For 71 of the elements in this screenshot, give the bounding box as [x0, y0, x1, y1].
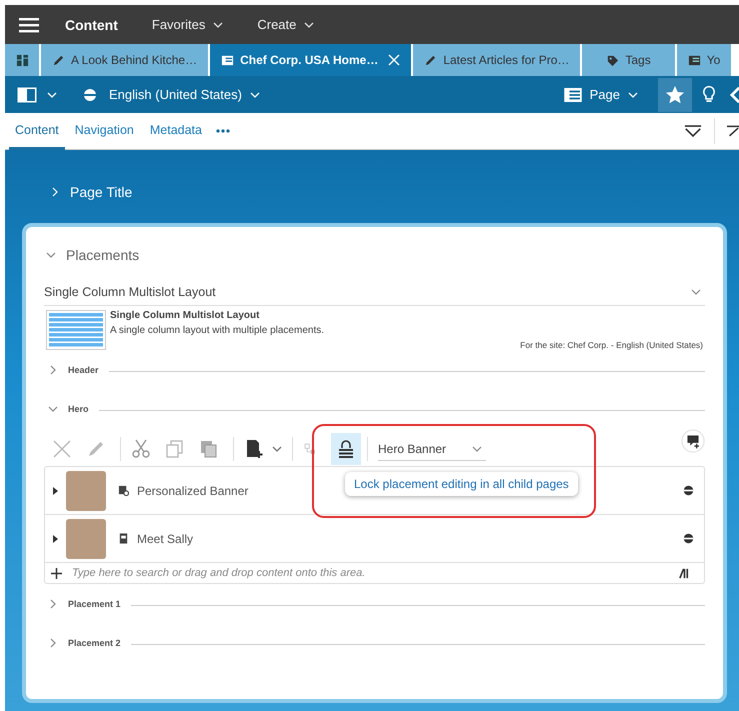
- section-tab[interactable]: Navigation: [68, 112, 140, 150]
- caret-icon: [250, 92, 260, 98]
- library-icon[interactable]: [679, 568, 690, 578]
- search-field[interactable]: Type here to search or drag and drop content onto this area.: [70, 566, 679, 580]
- placement-title: Placement 2: [68, 638, 121, 648]
- hierarchy-icon[interactable]: [303, 442, 317, 456]
- photo-placeholder: [66, 518, 106, 558]
- item-title: Personalized Banner: [137, 484, 248, 498]
- comment-add-icon[interactable]: [681, 429, 705, 453]
- more-icon[interactable]: [216, 129, 230, 133]
- layout-name: Single Column Multislot Layout: [110, 310, 260, 321]
- scroll-top-icon[interactable]: [727, 124, 739, 138]
- document-icon: [118, 533, 129, 544]
- favorite-button[interactable]: [658, 78, 692, 112]
- photo-placeholder: [66, 470, 106, 510]
- caret-icon[interactable]: [272, 446, 282, 452]
- layout-description: A single column layout with multiple placements.: [110, 325, 325, 336]
- layout-dropdown[interactable]: Single Column Multislot Layout: [44, 279, 705, 306]
- split-view-icon[interactable]: [17, 86, 37, 102]
- dashboard-icon: [16, 54, 28, 66]
- menu-dropdown[interactable]: Favorites: [152, 17, 224, 32]
- globe-icon: [683, 485, 694, 496]
- section-title: Page Title: [70, 184, 132, 200]
- document-tab[interactable]: [5, 44, 39, 76]
- globe-icon: [83, 88, 97, 102]
- page-layout-icon: [564, 88, 582, 102]
- lock-icon: [338, 440, 354, 458]
- caret-icon: [213, 22, 224, 28]
- paste-icon[interactable]: [199, 439, 219, 459]
- add-document-icon[interactable]: [244, 439, 264, 459]
- close-icon[interactable]: [388, 54, 400, 66]
- page-layout-icon: [688, 54, 701, 66]
- menu-dropdown[interactable]: Create: [257, 17, 314, 32]
- page-layout-icon: [221, 54, 234, 66]
- pencil-icon: [424, 54, 438, 66]
- collapse-all-icon[interactable]: [684, 124, 702, 138]
- globe-icon: [683, 533, 694, 544]
- content-item[interactable]: Meet Sally: [45, 515, 704, 563]
- lightbulb-icon[interactable]: [702, 85, 716, 104]
- layout-thumbnail-icon: [46, 310, 106, 350]
- document-tab[interactable]: Yo: [676, 44, 732, 76]
- placement-title: Header: [68, 364, 99, 374]
- lock-button[interactable]: [331, 433, 361, 465]
- language-dropdown[interactable]: English (United States): [109, 87, 260, 102]
- section-title: Placements: [66, 247, 140, 263]
- plus-icon[interactable]: [51, 568, 62, 578]
- scissors-icon[interactable]: [131, 439, 151, 459]
- expand-icon[interactable]: [53, 486, 58, 494]
- view-dropdown[interactable]: Hero Banner: [378, 437, 486, 461]
- caret-icon: [691, 289, 701, 295]
- caret-icon: [628, 92, 638, 98]
- tag-icon: [606, 54, 620, 66]
- document-tab[interactable]: A Look Behind Kitche…: [41, 44, 208, 76]
- caret-icon: [304, 22, 314, 28]
- placement-title: Hero: [68, 404, 89, 414]
- star-icon: [665, 84, 685, 104]
- personalized-content-icon: [118, 485, 129, 496]
- document-tab[interactable]: Latest Articles for Pro…: [413, 44, 580, 76]
- expand-icon[interactable]: [53, 534, 58, 542]
- placement-title: Placement 1: [68, 598, 121, 608]
- app-title: Content: [65, 16, 118, 32]
- caret-icon: [472, 446, 482, 452]
- pencil-icon: [52, 54, 65, 66]
- section-tab[interactable]: Metadata: [144, 112, 208, 150]
- view-dropdown[interactable]: Page: [590, 87, 638, 102]
- menu-icon[interactable]: [19, 16, 39, 32]
- item-title: Meet Sally: [137, 532, 194, 546]
- tooltip: Lock placement editing in all child pages: [345, 472, 578, 496]
- layout-site-note: For the site: Chef Corp. - English (United States): [520, 340, 703, 350]
- document-tab[interactable]: Chef Corp. USA Home…: [210, 44, 412, 76]
- document-tab[interactable]: Tags: [582, 44, 675, 76]
